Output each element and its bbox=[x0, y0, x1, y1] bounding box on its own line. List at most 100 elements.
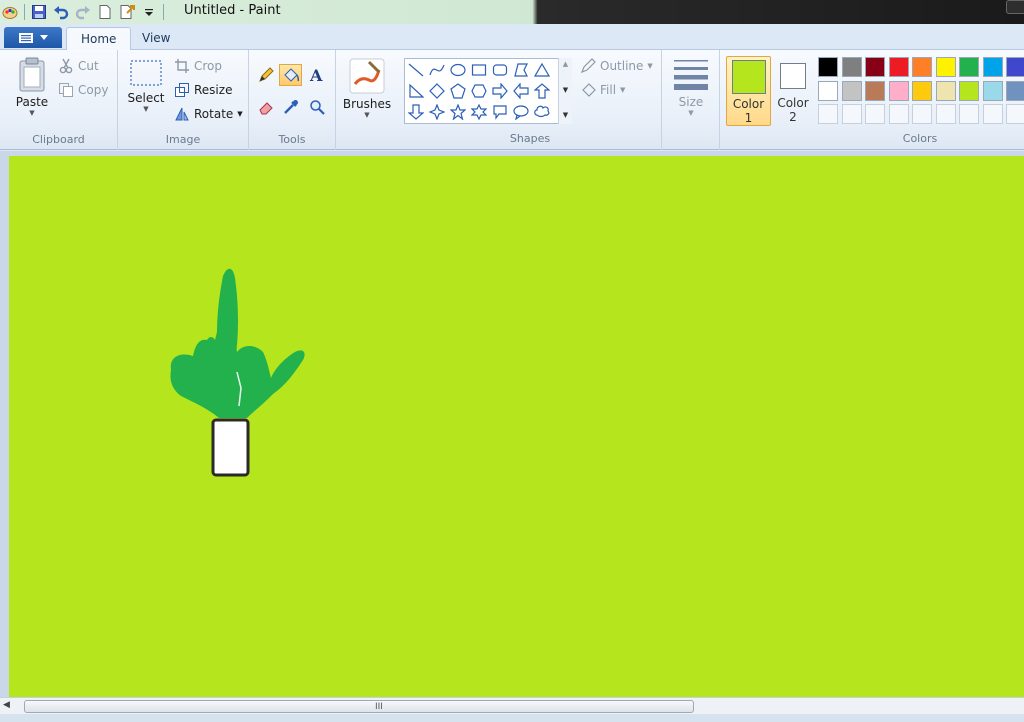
scrollbar-grip: III bbox=[375, 702, 383, 712]
up-arrow-shape-icon[interactable] bbox=[532, 81, 552, 101]
palette-color-swatch[interactable] bbox=[865, 80, 885, 101]
palette-color-swatch[interactable] bbox=[865, 57, 885, 77]
resize-button[interactable]: Resize bbox=[174, 82, 232, 98]
polygon-shape-icon[interactable] bbox=[511, 60, 531, 80]
copy-button[interactable]: Copy bbox=[58, 82, 108, 98]
custom-color-slot[interactable] bbox=[865, 104, 885, 124]
save-icon[interactable] bbox=[31, 4, 47, 20]
down-arrow-shape-icon[interactable] bbox=[406, 102, 426, 122]
window-title: Untitled - Paint bbox=[184, 3, 281, 18]
drawing-canvas[interactable] bbox=[9, 156, 1024, 697]
palette-color-swatch[interactable] bbox=[959, 80, 979, 101]
rectangle-shape-icon[interactable] bbox=[469, 60, 489, 80]
palette-color-swatch[interactable] bbox=[888, 57, 909, 77]
eraser-tool[interactable] bbox=[254, 96, 277, 118]
new-file-icon[interactable] bbox=[97, 4, 113, 20]
size-label: Size bbox=[678, 95, 704, 109]
custom-color-slot[interactable] bbox=[818, 104, 838, 124]
palette-color-swatch[interactable] bbox=[1006, 57, 1024, 77]
workspace bbox=[0, 151, 1024, 697]
four-point-star-shape-icon[interactable] bbox=[427, 102, 447, 122]
fill-button[interactable]: Fill ▼ bbox=[580, 82, 625, 98]
scrollbar-thumb[interactable]: III bbox=[24, 700, 694, 713]
diamond-shape-icon[interactable] bbox=[427, 81, 447, 101]
palette-color-swatch[interactable] bbox=[912, 80, 932, 101]
palette-color-swatch[interactable] bbox=[912, 57, 932, 77]
outline-button[interactable]: Outline ▼ bbox=[580, 58, 653, 74]
five-point-star-shape-icon[interactable] bbox=[448, 102, 468, 122]
select-button[interactable]: Select ▼ bbox=[126, 58, 166, 113]
custom-color-slot[interactable] bbox=[1006, 104, 1024, 124]
hexagon-shape-icon[interactable] bbox=[469, 81, 489, 101]
tab-home[interactable]: Home bbox=[66, 27, 132, 51]
custom-color-slot[interactable] bbox=[959, 104, 979, 124]
palette-color-swatch[interactable] bbox=[982, 57, 1003, 77]
custom-color-slot[interactable] bbox=[841, 104, 862, 124]
palette-color-swatch[interactable] bbox=[888, 80, 909, 101]
color2-selector[interactable]: Color 2 bbox=[773, 56, 813, 126]
triangle-shape-icon[interactable] bbox=[532, 60, 552, 80]
paint-menu-button[interactable] bbox=[4, 27, 62, 48]
paint-bucket-icon bbox=[283, 68, 299, 82]
palette-color-swatch[interactable] bbox=[959, 57, 979, 77]
redo-icon[interactable] bbox=[75, 4, 91, 20]
palette-color-swatch[interactable] bbox=[1006, 80, 1024, 101]
color1-selector[interactable]: Color 1 bbox=[726, 56, 771, 126]
undo-icon[interactable] bbox=[53, 4, 69, 20]
text-tool[interactable]: A bbox=[305, 64, 328, 86]
color1-number: 1 bbox=[744, 111, 753, 125]
fill-bucket-icon bbox=[582, 83, 596, 97]
horizontal-scrollbar[interactable]: ◀ III bbox=[0, 697, 1024, 714]
pencil-tool[interactable] bbox=[254, 64, 277, 86]
oval-callout-shape-icon[interactable] bbox=[511, 102, 531, 122]
custom-color-slot[interactable] bbox=[912, 104, 932, 124]
window-control-button[interactable] bbox=[1006, 0, 1024, 14]
paint-app-icon[interactable] bbox=[2, 4, 18, 20]
rotate-button[interactable]: Rotate ▼ bbox=[174, 106, 243, 122]
oval-shape-icon[interactable] bbox=[448, 60, 468, 80]
rounded-callout-shape-icon[interactable] bbox=[490, 102, 510, 122]
six-point-star-shape-icon[interactable] bbox=[469, 102, 489, 122]
pentagon-shape-icon[interactable] bbox=[448, 81, 468, 101]
open-file-icon[interactable] bbox=[119, 4, 135, 20]
title-bar: Untitled - Paint bbox=[0, 0, 1024, 24]
color-picker-tool[interactable] bbox=[279, 96, 302, 118]
menu-icon bbox=[19, 32, 33, 43]
custom-color-slot[interactable] bbox=[935, 104, 956, 124]
resize-icon bbox=[175, 83, 189, 97]
right-triangle-shape-icon[interactable] bbox=[406, 81, 426, 101]
palette-color-swatch[interactable] bbox=[935, 57, 956, 77]
custom-color-slot[interactable] bbox=[982, 104, 1003, 124]
palette-color-swatch[interactable] bbox=[841, 80, 862, 101]
crop-button[interactable]: Crop bbox=[174, 58, 222, 74]
color2-number: 2 bbox=[789, 110, 797, 124]
right-arrow-shape-icon[interactable] bbox=[490, 81, 510, 101]
scroll-up-icon[interactable]: ▲ bbox=[559, 58, 572, 70]
line-shape-icon[interactable] bbox=[406, 60, 426, 80]
scroll-down-icon[interactable]: ▼ bbox=[559, 70, 572, 110]
plant-foliage-drawing bbox=[170, 268, 305, 418]
cut-button[interactable]: Cut bbox=[58, 58, 99, 74]
paste-button[interactable]: Paste ▼ bbox=[14, 56, 50, 117]
fill-tool[interactable] bbox=[279, 64, 302, 86]
palette-color-swatch[interactable] bbox=[818, 57, 838, 77]
magnifier-tool[interactable] bbox=[305, 96, 328, 118]
rounded-rectangle-shape-icon[interactable] bbox=[490, 60, 510, 80]
tab-view[interactable]: View bbox=[128, 27, 184, 51]
left-arrow-shape-icon[interactable] bbox=[511, 81, 531, 101]
expand-gallery-icon[interactable]: ▼ bbox=[559, 110, 572, 120]
palette-color-swatch[interactable] bbox=[841, 57, 862, 77]
palette-color-swatch[interactable] bbox=[982, 80, 1003, 101]
custom-color-slot[interactable] bbox=[888, 104, 909, 124]
palette-color-swatch[interactable] bbox=[935, 80, 956, 101]
brushes-button[interactable]: Brushes ▼ bbox=[340, 58, 394, 119]
scroll-left-icon[interactable]: ◀ bbox=[3, 700, 10, 710]
customize-qat-icon[interactable] bbox=[141, 4, 157, 20]
size-button[interactable]: Size ▼ bbox=[672, 58, 710, 117]
palette-color-swatch[interactable] bbox=[818, 80, 838, 101]
shapes-scrollbar[interactable]: ▲ ▼ ▼ bbox=[558, 58, 572, 124]
cloud-callout-shape-icon[interactable] bbox=[532, 102, 552, 122]
curve-shape-icon[interactable] bbox=[427, 60, 447, 80]
rotate-icon bbox=[175, 107, 189, 121]
chevron-down-icon: ▼ bbox=[29, 109, 35, 117]
